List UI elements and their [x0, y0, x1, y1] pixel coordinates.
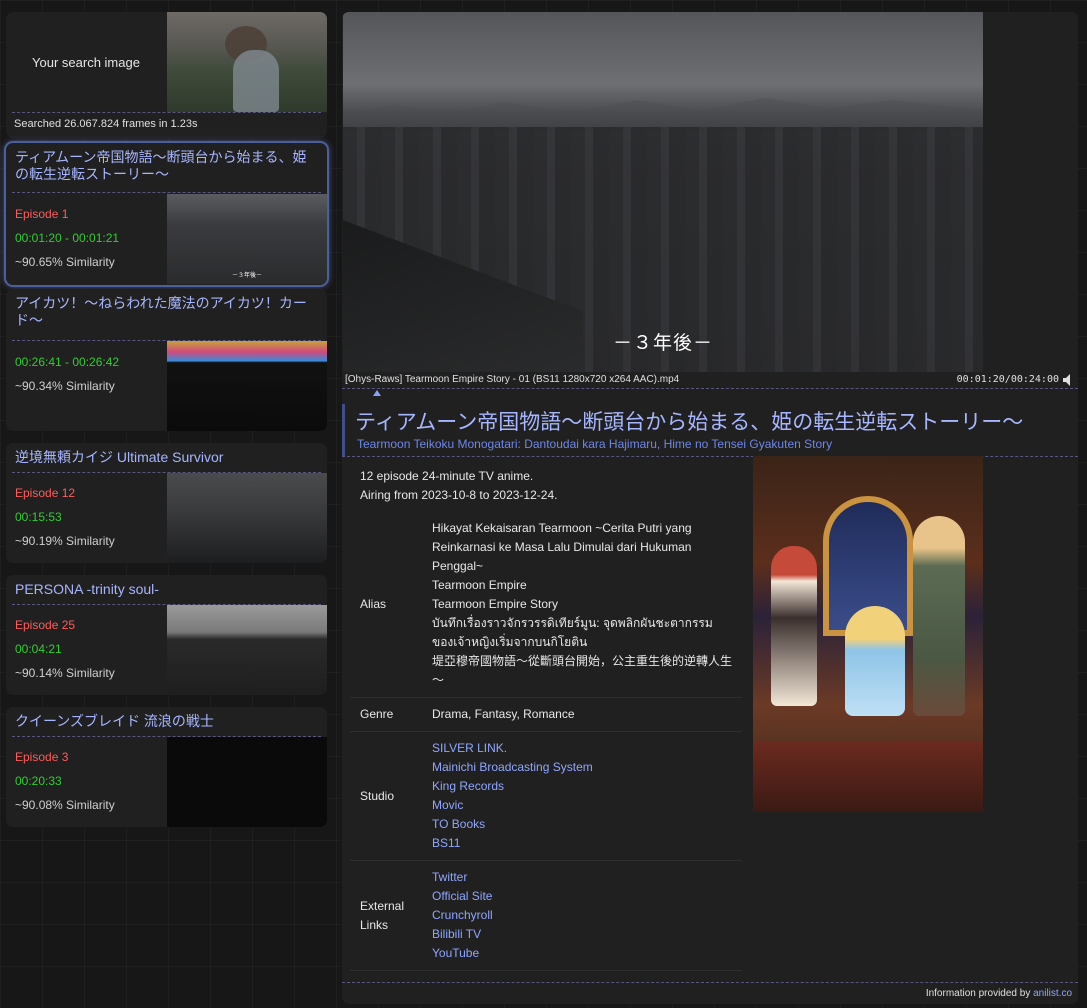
poster-character-maid [771, 546, 817, 706]
result-time: 00:15:53 [15, 510, 62, 524]
result-thumbnail[interactable] [167, 737, 327, 827]
detail-panel: －３年後－ [Ohys-Raws] Tearmoon Empire Story … [342, 12, 1078, 1004]
anime-title-romaji: Tearmoon Teikoku Monogatari: Dantoudai k… [357, 437, 833, 451]
playhead-marker-icon [373, 390, 381, 396]
result-title: クイーンズブレイド 流浪の戦士 [15, 713, 214, 729]
info-value: Hikayat Kekaisaran Tearmoon ~Cerita Putr… [422, 512, 742, 698]
external-link[interactable]: Twitter [432, 868, 732, 887]
result-episode: Episode 3 [15, 750, 69, 764]
summary-line: 12 episode 24-minute TV anime. [360, 469, 534, 483]
result-episode: Episode 12 [15, 486, 76, 500]
result-title: PERSONA -trinity soul- [15, 581, 159, 597]
info-label: Studio [350, 731, 422, 861]
result-thumbnail[interactable]: －３年後－ [167, 194, 327, 284]
external-link[interactable]: Official Site [432, 887, 732, 906]
anime-title-native: ティアムーン帝国物語～断頭台から始まる、姫の転生逆転ストーリー～ [355, 411, 1024, 434]
poster-character-girl [845, 606, 905, 716]
studio-link[interactable]: King Records [432, 777, 732, 796]
alias-item: Tearmoon Empire [432, 578, 527, 592]
poster-character-boy [913, 516, 965, 716]
studio-link[interactable]: Movic [432, 796, 732, 815]
result-episode: Episode 25 [15, 618, 76, 632]
result-card-4[interactable]: PERSONA -trinity soul- Episode 25 00:04:… [6, 575, 327, 695]
result-similarity: ~90.34% Similarity [15, 379, 115, 393]
studio-link[interactable]: BS11 [432, 834, 732, 853]
result-similarity: ~90.08% Similarity [15, 798, 115, 812]
search-stats: Searched 26.067.824 frames in 1.23s [14, 118, 198, 130]
anime-info-table: Alias Hikayat Kekaisaran Tearmoon ~Cerit… [350, 512, 742, 971]
info-row-genre: Genre Drama, Fantasy, Romance [350, 697, 742, 732]
result-card-1[interactable]: ティアムーン帝国物語～断頭台から始まる、姫の転生逆転ストーリー～ Episode… [6, 143, 327, 285]
result-time: 00:26:41 - 00:26:42 [15, 355, 120, 369]
poster-floor-shape [753, 742, 983, 812]
anime-summary: 12 episode 24-minute TV anime. Airing fr… [360, 467, 557, 505]
info-row-studio: Studio SILVER LINK. Mainichi Broadcastin… [350, 731, 742, 861]
result-similarity: ~90.19% Similarity [15, 534, 115, 548]
result-title: アイカツ！～ねらわれた魔法のアイカツ！カード～ [15, 295, 307, 328]
info-value: SILVER LINK. Mainichi Broadcasting Syste… [422, 731, 742, 861]
result-time: 00:20:33 [15, 774, 62, 788]
studio-link[interactable]: Mainichi Broadcasting System [432, 758, 732, 777]
result-thumbnail[interactable] [167, 341, 327, 431]
alias-item: Tearmoon Empire Story [432, 597, 559, 611]
anilist-link[interactable]: anilist.co [1033, 988, 1072, 999]
video-timecode: 00:01:20/00:24:00 [956, 374, 1059, 385]
result-similarity: ~90.65% Similarity [15, 255, 115, 269]
external-link[interactable]: Bilibili TV [432, 925, 732, 944]
result-card-3[interactable]: 逆境無頼カイジ Ultimate Survivor Episode 12 00:… [6, 443, 327, 563]
info-value: Twitter Official Site Crunchyroll Bilibi… [422, 860, 742, 971]
video-subtitle: －３年後－ [612, 332, 713, 354]
info-row-external-links: External Links Twitter Official Site Cru… [350, 860, 742, 971]
divider [12, 192, 321, 193]
external-link[interactable]: YouTube [432, 944, 732, 963]
result-time: 00:01:20 - 00:01:21 [15, 231, 120, 245]
info-label: Genre [350, 697, 422, 732]
info-label: Alias [350, 512, 422, 698]
result-card-2[interactable]: アイカツ！～ねらわれた魔法のアイカツ！カード～ 00:26:41 - 00:26… [6, 289, 327, 431]
result-thumbnail[interactable] [167, 473, 327, 563]
info-row-alias: Alias Hikayat Kekaisaran Tearmoon ~Cerit… [350, 512, 742, 698]
credit-text: Information provided by [925, 988, 1034, 999]
result-title: 逆境無頼カイジ Ultimate Survivor [15, 449, 224, 465]
figure-body-shape [233, 50, 279, 112]
credit-line: Information provided by anilist.co [926, 988, 1072, 999]
result-similarity: ~90.14% Similarity [15, 666, 115, 680]
search-image-panel: Your search image Searched 26.067.824 fr… [6, 12, 327, 138]
volume-icon[interactable] [1063, 374, 1073, 386]
divider [12, 112, 321, 113]
result-thumbnail[interactable] [167, 605, 327, 695]
video-player[interactable]: －３年後－ [343, 12, 983, 372]
alias-item: บันทึกเรื่องราวจักรวรรดิเทียร์มูน: จุดพล… [432, 616, 713, 649]
info-label: External Links [350, 860, 422, 971]
divider [342, 982, 1078, 983]
result-card-5[interactable]: クイーンズブレイド 流浪の戦士 Episode 3 00:20:33 ~90.0… [6, 707, 327, 827]
alias-item: Hikayat Kekaisaran Tearmoon ~Cerita Putr… [432, 521, 692, 573]
anime-title-block: ティアムーン帝国物語～断頭台から始まる、姫の転生逆転ストーリー～ Tearmoo… [342, 404, 1078, 456]
result-episode: Episode 1 [15, 207, 69, 221]
thumbnail-caption: －３年後－ [231, 273, 262, 279]
result-time: 00:04:21 [15, 642, 62, 656]
mountain-shape [343, 98, 983, 132]
info-value: Drama, Fantasy, Romance [422, 697, 742, 732]
result-title: ティアムーン帝国物語～断頭台から始まる、姫の転生逆転ストーリー～ [15, 149, 307, 182]
anime-poster [753, 456, 983, 812]
summary-line: Airing from 2023-10-8 to 2023-12-24. [360, 488, 558, 502]
search-image-label: Your search image [32, 54, 140, 70]
studio-link[interactable]: SILVER LINK. [432, 739, 732, 758]
divider [342, 388, 1078, 389]
search-image-thumbnail [167, 12, 327, 112]
external-link[interactable]: Crunchyroll [432, 906, 732, 925]
studio-link[interactable]: TO Books [432, 815, 732, 834]
video-filename: [Ohys-Raws] Tearmoon Empire Story - 01 (… [345, 374, 680, 385]
alias-item: 堤亞穆帝國物語～從斷頭台開始，公主重生後的逆轉人生～ [432, 654, 733, 687]
